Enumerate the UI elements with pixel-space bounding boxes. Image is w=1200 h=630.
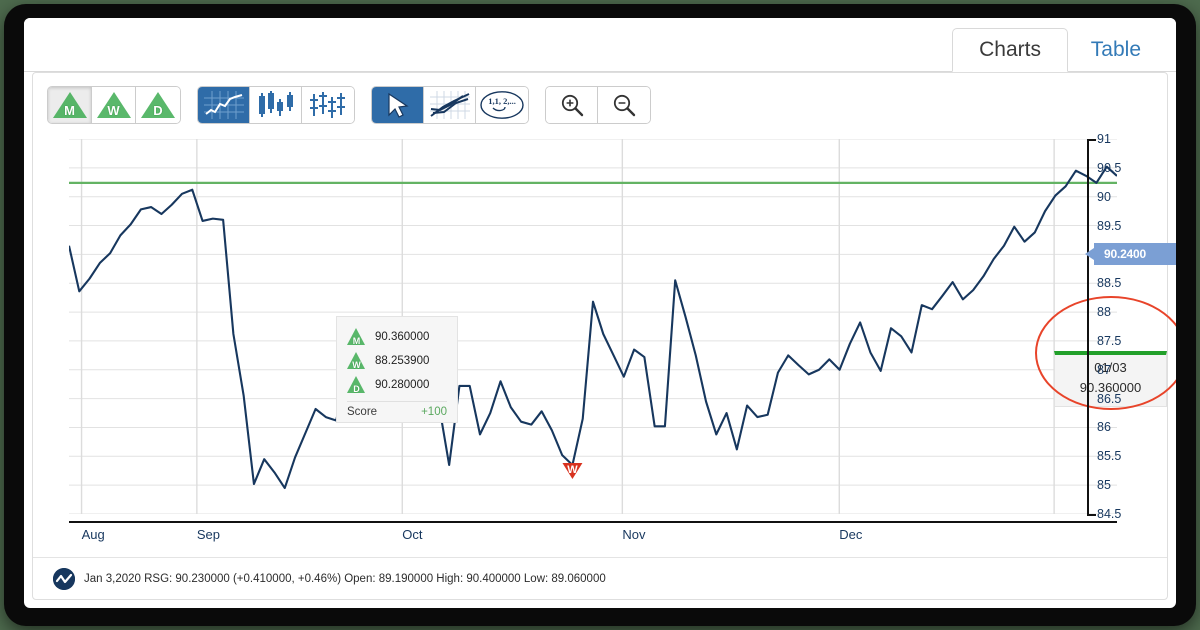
y-axis-spine — [1087, 139, 1089, 514]
status-quote-text: Jan 3,2020 RSG: 90.230000 (+0.410000, +0… — [84, 572, 606, 585]
score-value: +100 — [421, 406, 447, 418]
tab-table[interactable]: Table — [1064, 28, 1168, 72]
legend-divider — [347, 401, 447, 402]
wave-count-icon: 1,1, 2,... — [480, 91, 524, 119]
y-axis-tick: 87.5 — [1097, 333, 1122, 348]
y-axis-cap — [1087, 139, 1096, 141]
legend-row-daily: D 90.280000 — [347, 373, 447, 396]
y-axis-cap — [1087, 514, 1096, 516]
y-axis-tick: 86.5 — [1097, 391, 1122, 406]
mountain-w-icon: W — [96, 92, 131, 118]
drawing-tool-button-group: 1,1, 2,... — [371, 86, 529, 124]
mountain-d-icon: D — [141, 92, 175, 118]
x-axis: Aug Sep Oct Nov Dec — [69, 521, 1117, 549]
x-axis-tick: Sep — [196, 527, 220, 542]
price-flag-value: 90.2400 — [1104, 247, 1146, 261]
x-axis-tick: Aug — [81, 527, 105, 542]
mountain-d-icon: D — [347, 376, 366, 394]
candlestick-chart-icon — [310, 92, 345, 118]
candlestick-chart-button[interactable] — [302, 87, 354, 123]
legend-row-weekly: W 88.253900 — [347, 349, 447, 372]
chart-content-panel: M W D 1,1, 2,... W M 90.360000 W 88.2539… — [32, 72, 1176, 600]
y-axis-tick: 91 — [1097, 132, 1111, 146]
zoom-button-group — [545, 86, 651, 124]
cursor-tool-button[interactable] — [372, 87, 424, 123]
score-label: Score — [347, 406, 378, 418]
legend-value-daily: 90.280000 — [375, 378, 430, 391]
y-axis-tick: 86 — [1097, 420, 1111, 435]
wave-count-tool-button[interactable]: 1,1, 2,... — [476, 87, 528, 123]
legend-value-monthly: 90.360000 — [375, 330, 430, 343]
svg-text:1,1, 2,...: 1,1, 2,... — [488, 96, 516, 106]
y-axis-tick: 84.5 — [1097, 507, 1122, 521]
chart-type-button-group — [197, 86, 355, 124]
bar-chart-icon — [258, 91, 293, 117]
x-axis-tick: Oct — [402, 527, 423, 542]
chart-plot-area[interactable]: WM M 90.360000 W 88.253900 — [69, 139, 1176, 514]
app-window: Charts Table M W D 1,1, 2,... W M 90.360… — [24, 18, 1176, 608]
current-price-flag: 90.2400 — [1085, 243, 1176, 265]
weekly-button[interactable]: W — [92, 87, 136, 123]
legend-score-row: Score +100 — [347, 406, 447, 418]
device-frame: Charts Table M W D 1,1, 2,... W M 90.360… — [4, 4, 1196, 626]
line-chart-icon — [203, 91, 244, 119]
line-chart-button[interactable] — [198, 87, 250, 123]
tab-strip: Charts Table — [24, 18, 1176, 72]
svg-text:W: W — [567, 464, 578, 476]
y-axis-tick: 90.5 — [1097, 160, 1122, 175]
timeframe-button-group: M W D — [47, 86, 181, 124]
mountain-m-icon: M — [52, 92, 87, 118]
monthly-button[interactable]: M — [48, 87, 92, 123]
bar-chart-button[interactable] — [250, 87, 302, 123]
legend-row-monthly: M 90.360000 — [347, 325, 447, 348]
x-axis-spine — [69, 521, 1117, 523]
y-axis: 84.58585.58686.58787.58888.58989.59090.5… — [1085, 132, 1145, 521]
indicator-legend-box: M 90.360000 W 88.253900 D 90.280000 Scor… — [336, 316, 458, 423]
mountain-w-icon: W — [347, 352, 366, 370]
status-bar: Jan 3,2020 RSG: 90.230000 (+0.410000, +0… — [33, 557, 1167, 599]
tab-charts[interactable]: Charts — [952, 28, 1068, 72]
y-axis-tick: 89.5 — [1097, 218, 1122, 233]
price-chart-svg: WM — [69, 139, 1117, 514]
zoom-in-icon — [561, 94, 583, 117]
price-series-line — [69, 165, 1117, 490]
y-axis-tick: 90 — [1097, 189, 1111, 204]
y-axis-tick: 88.5 — [1097, 276, 1122, 291]
chart-gridlines — [69, 139, 1117, 514]
y-axis-tick: 85.5 — [1097, 449, 1122, 464]
x-axis-tick: Dec — [839, 527, 863, 542]
x-axis-tick: Nov — [622, 527, 646, 542]
y-axis-tick: 87 — [1097, 362, 1111, 377]
trendline-icon — [429, 91, 470, 119]
legend-value-weekly: 88.253900 — [375, 354, 430, 367]
y-axis-tick: 88 — [1097, 305, 1111, 320]
cursor-arrow-icon — [379, 91, 416, 119]
daily-button[interactable]: D — [136, 87, 180, 123]
zoom-out-button[interactable] — [598, 87, 650, 123]
app-logo-icon — [53, 567, 75, 590]
zoom-out-icon — [613, 94, 636, 117]
trendline-tool-button[interactable] — [424, 87, 476, 123]
mountain-m-icon: M — [347, 328, 366, 346]
y-axis-tick: 85 — [1097, 478, 1111, 493]
zoom-in-button[interactable] — [546, 87, 598, 123]
chart-toolbar: M W D 1,1, 2,... — [47, 85, 651, 125]
